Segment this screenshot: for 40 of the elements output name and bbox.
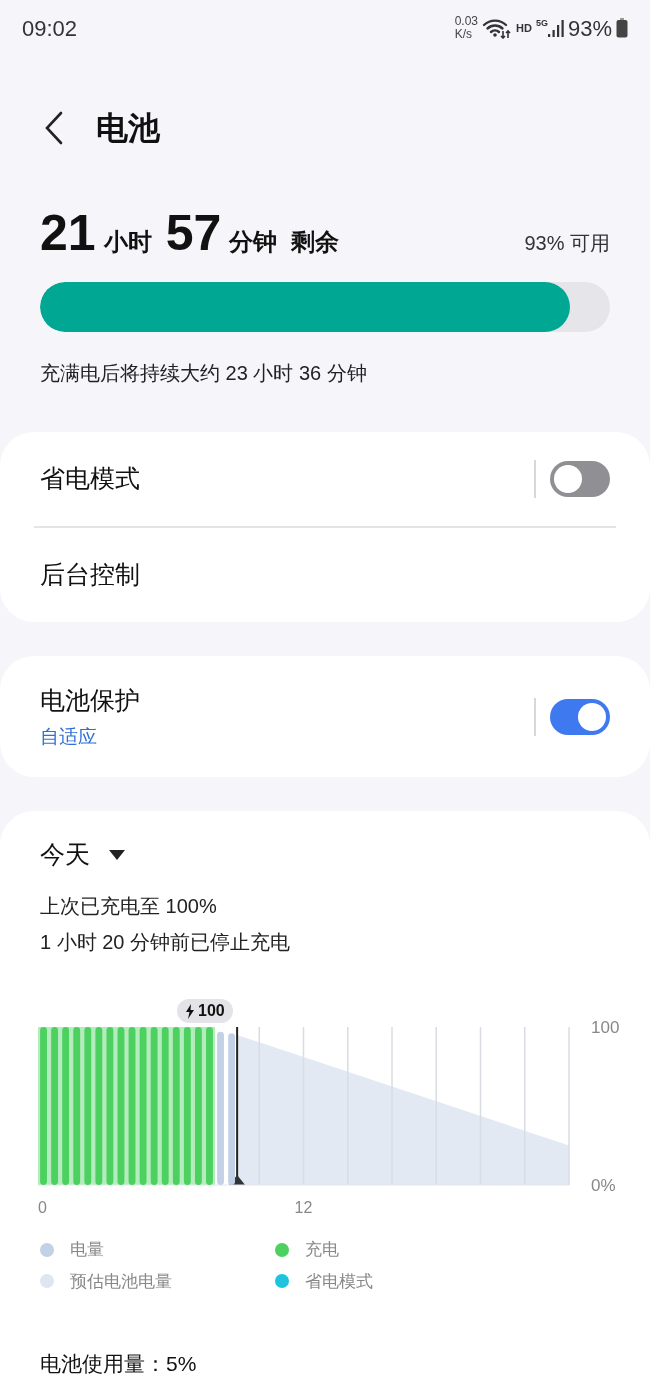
period-dropdown[interactable]: 今天	[40, 837, 126, 873]
toggle-switch[interactable]	[550, 461, 610, 497]
battery-percent: 93%	[567, 14, 612, 43]
x-tick-label: 12	[294, 1199, 313, 1216]
time-unit: 小时	[103, 227, 152, 257]
signal-icon	[547, 18, 564, 38]
usage-total: 电池使用量：5%	[40, 1351, 198, 1377]
battery-note: 充满电后将持续大约 23 小时 36 分钟	[39, 361, 368, 386]
settings-row[interactable]: 后台控制	[0, 528, 650, 622]
legend-label: 预估电池电量	[70, 1270, 172, 1293]
setting-subtitle: 自适应	[40, 725, 98, 749]
charge-info: 1 小时 20 分钟前已停止充电	[40, 930, 292, 955]
network-speed: 0.03 K/s	[454, 15, 479, 41]
back-icon	[44, 111, 64, 145]
legend-label: 省电模式	[305, 1270, 373, 1293]
x-tick-label: 0	[38, 1199, 47, 1216]
time-value: 57	[165, 208, 222, 258]
toggle-switch[interactable]	[550, 698, 610, 735]
legend-label: 充电	[305, 1239, 339, 1261]
cellular-label: 5G	[535, 18, 548, 28]
legend-label: 电量	[70, 1239, 104, 1261]
time-unit: 分钟	[229, 227, 278, 257]
remaining-label: 剩余	[291, 227, 340, 257]
charge-badge: 100	[177, 999, 233, 1023]
settings-row[interactable]: 省电模式	[0, 432, 650, 526]
battery-icon	[616, 18, 628, 38]
bolt-icon	[185, 1003, 195, 1019]
y-tick-label: 100	[591, 1018, 620, 1037]
time-value: 21	[40, 208, 96, 258]
wifi-icon	[482, 17, 513, 39]
setting-label: 电池保护	[40, 684, 140, 716]
network-label: HD	[516, 20, 532, 36]
setting-label: 省电模式	[40, 463, 140, 495]
setting-label: 后台控制	[40, 559, 140, 591]
y-tick-label: 0%	[591, 1176, 616, 1195]
available-percent: 93% 可用	[524, 231, 610, 256]
page-title: 电池	[96, 109, 160, 148]
charge-info: 上次已充电至 100%	[40, 894, 218, 919]
caret-icon	[108, 849, 126, 861]
clock: 09:02	[22, 14, 78, 43]
